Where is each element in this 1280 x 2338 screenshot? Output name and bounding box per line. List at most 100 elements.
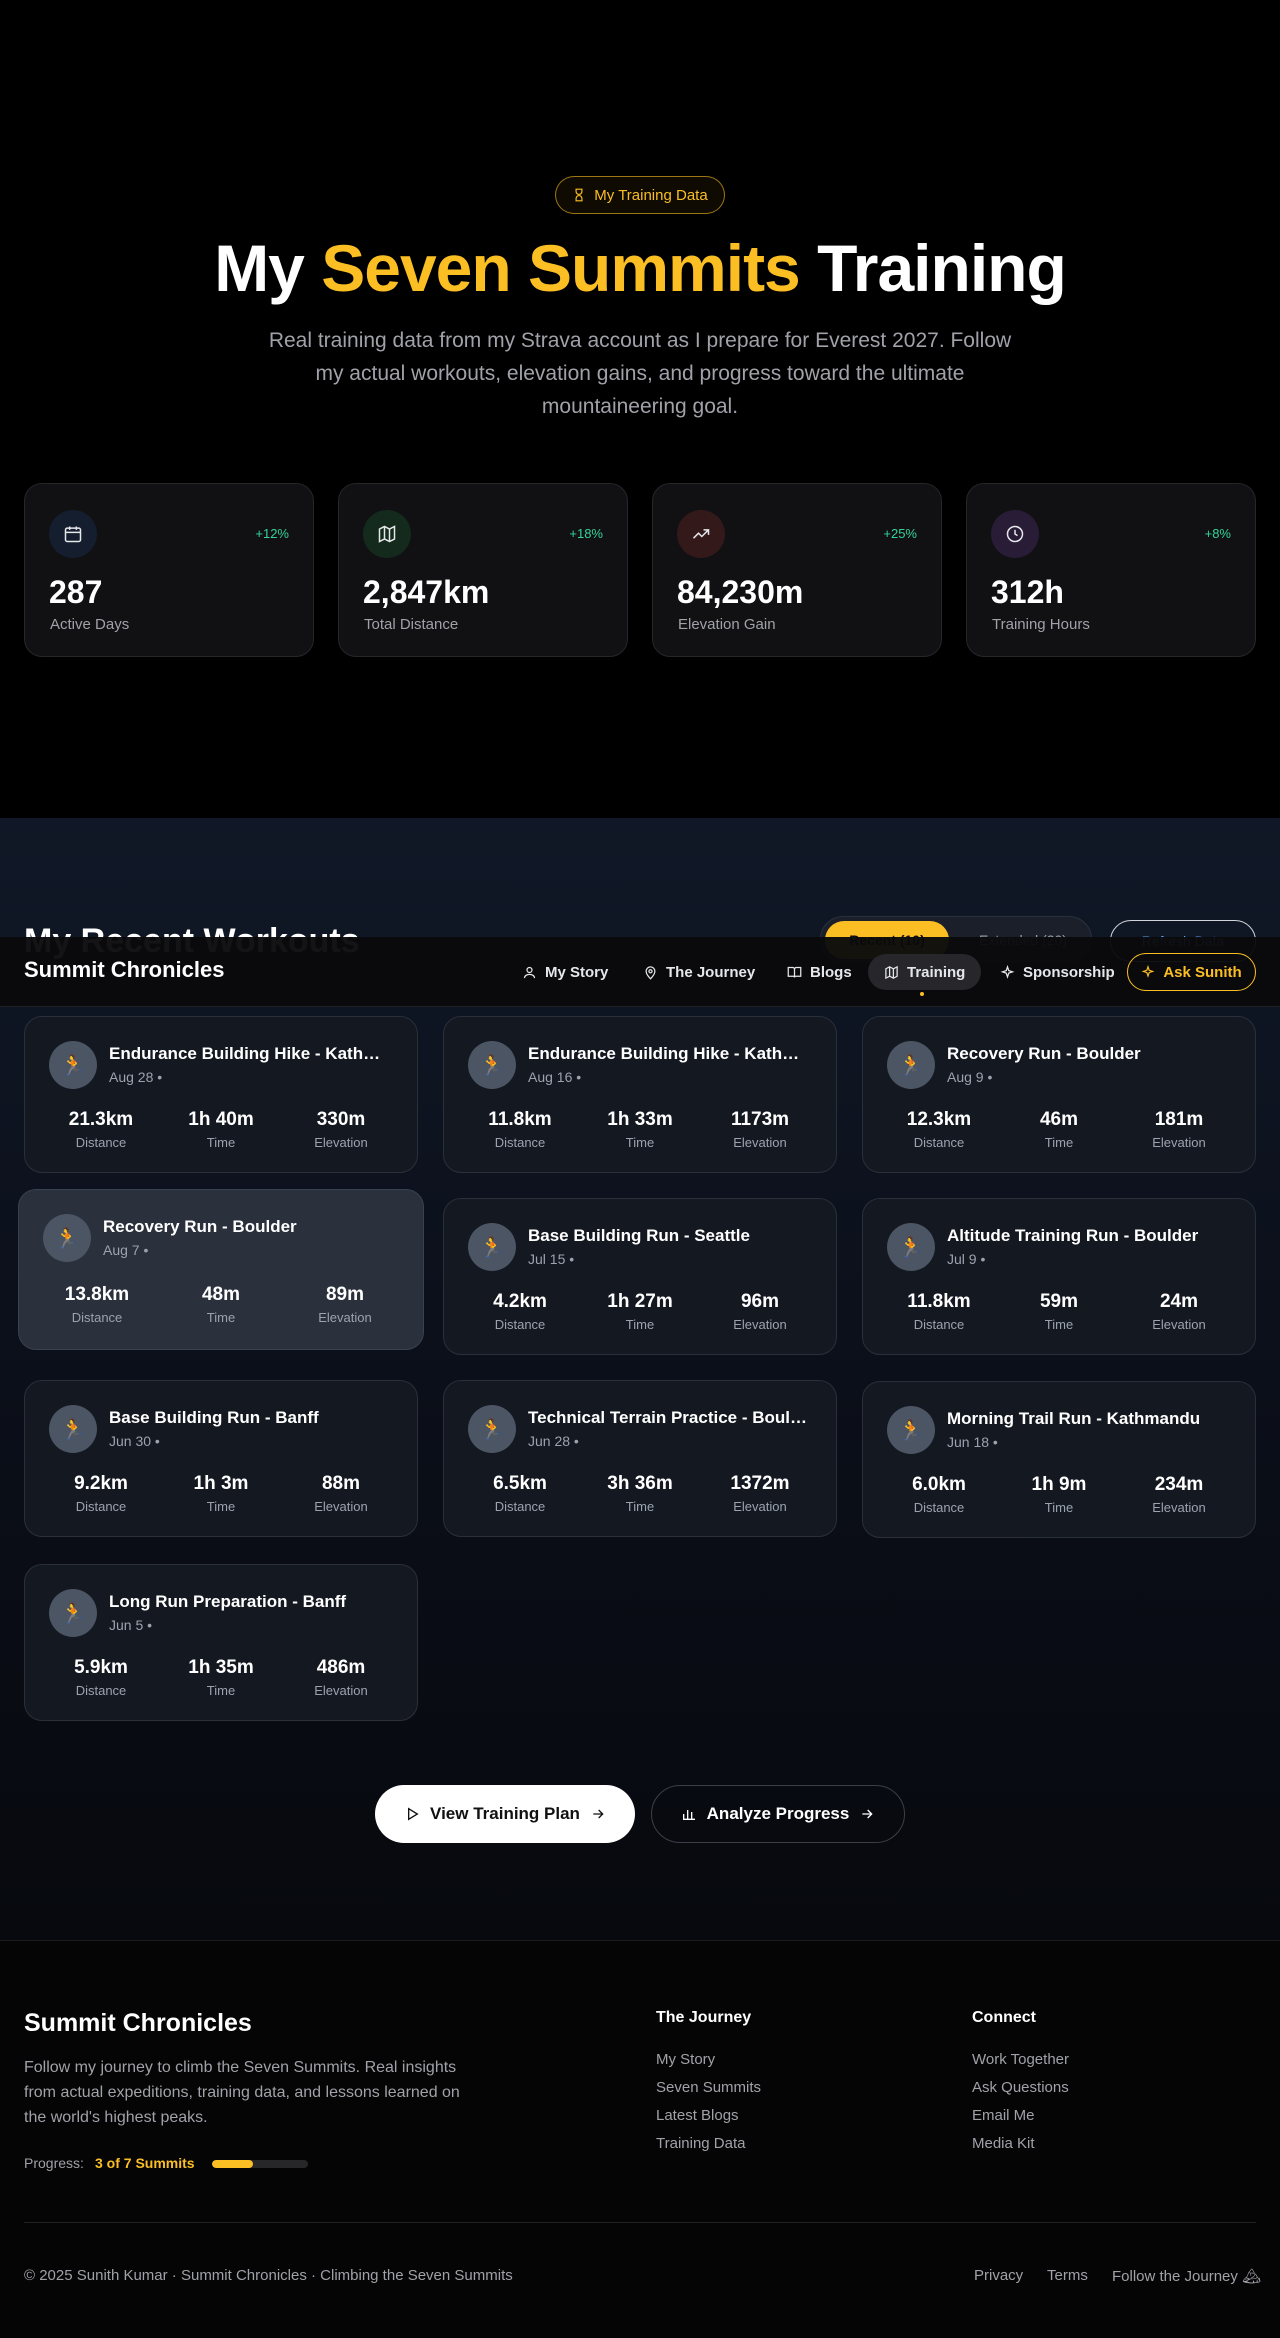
time-value: 1h 3m [193, 1473, 249, 1494]
distance-stat: 6.0km Distance [879, 1474, 999, 1515]
nav-item-sponsorship[interactable]: Sponsorship [984, 954, 1131, 990]
badge-label: My Training Data [594, 186, 708, 204]
workout-card[interactable]: 🏃 Recovery Run - Boulder Aug 9 • 12.3km D… [862, 1016, 1256, 1173]
time-stat: 1h 40m Time [161, 1109, 281, 1150]
elevation-stat: 89m Elevation [283, 1284, 407, 1325]
footer-link-my-story[interactable]: My Story [656, 2051, 715, 2068]
workout-card[interactable]: 🏃 Long Run Preparation - Banff Jun 5 • 5… [24, 1564, 418, 1721]
nav-label: Blogs [810, 963, 852, 981]
workout-card[interactable]: 🏃 Endurance Building Hike - Kathmandu Au… [24, 1016, 418, 1173]
elevation-label: Elevation [733, 1317, 787, 1332]
time-value: 59m [1039, 1291, 1079, 1312]
stats-row: +12% 287 Active Days +18% 2,847km Total … [24, 483, 1256, 657]
time-stat: 48m Time [159, 1284, 283, 1325]
stat-value: 312h [991, 574, 1064, 610]
nav-item-my-story[interactable]: My Story [506, 954, 624, 990]
cta-label: Analyze Progress [706, 1804, 850, 1823]
nav-label: Sponsorship [1023, 963, 1115, 981]
sparkle-icon [1141, 965, 1155, 979]
map-pin-icon [643, 965, 658, 980]
workout-title: Technical Terrain Practice - Boulder [528, 1408, 812, 1427]
elevation-label: Elevation [733, 1135, 787, 1150]
footer-link-ask-questions[interactable]: Ask Questions [972, 2079, 1069, 2096]
workout-stats: 21.3km Distance 1h 40m Time 330m Elevation [41, 1109, 401, 1150]
workout-date: Jun 28 • [528, 1433, 579, 1449]
footer-divider [24, 2222, 1256, 2223]
elevation-label: Elevation [314, 1683, 368, 1698]
analyze-progress-button[interactable]: Analyze Progress [651, 1785, 905, 1843]
ask-label: Ask Sunith [1163, 963, 1242, 981]
arrow-right-icon [590, 1806, 606, 1822]
nav-item-the-journey[interactable]: The Journey [627, 954, 771, 990]
training-data-badge: My Training Data [555, 176, 725, 214]
distance-stat: 13.8km Distance [35, 1284, 159, 1325]
elevation-value: 486m [316, 1657, 366, 1678]
distance-label: Distance [75, 1499, 127, 1514]
workout-card[interactable]: 🏃 Morning Trail Run - Kathmandu Jun 18 •… [862, 1381, 1256, 1538]
footer-link-work-together[interactable]: Work Together [972, 2051, 1069, 2068]
ask-sunith-button[interactable]: Ask Sunith [1127, 953, 1256, 991]
elevation-label: Elevation [1152, 1317, 1206, 1332]
stat-change: +18% [569, 526, 603, 541]
workout-title: Recovery Run - Boulder [947, 1044, 1141, 1063]
elevation-stat: 96m Elevation [700, 1291, 820, 1332]
privacy-link[interactable]: Privacy [974, 2267, 1023, 2284]
workout-date: Jul 9 • [947, 1251, 986, 1267]
summit-progress-bar [212, 2160, 308, 2168]
elevation-stat: 486m Elevation [281, 1657, 401, 1698]
distance-label: Distance [494, 1317, 546, 1332]
brand-logo[interactable]: Summit Chronicles [24, 957, 224, 983]
footer-link-seven-summits[interactable]: Seven Summits [656, 2079, 761, 2096]
workout-card[interactable]: 🏃 Base Building Run - Banff Jun 30 • 9.2… [24, 1380, 418, 1537]
footer-link-media-kit[interactable]: Media Kit [972, 2135, 1035, 2152]
distance-value: 11.8km [907, 1291, 971, 1312]
distance-value: 9.2km [74, 1473, 128, 1494]
workout-card[interactable]: 🏃 Technical Terrain Practice - Boulder J… [443, 1380, 837, 1537]
workout-card[interactable]: 🏃 Endurance Building Hike - Kathmandu Au… [443, 1016, 837, 1173]
distance-label: Distance [75, 1135, 127, 1150]
distance-value: 12.3km [906, 1109, 972, 1130]
stat-label: Active Days [50, 616, 130, 633]
runner-avatar-icon: 🏃 [49, 1589, 97, 1637]
time-label: Time [206, 1135, 236, 1150]
workout-stats: 6.5km Distance 3h 36m Time 1372m Elevation [460, 1473, 820, 1514]
hero-subtitle: Real training data from my Strava accoun… [268, 329, 1012, 418]
user-icon [522, 965, 537, 980]
workout-title: Morning Trail Run - Kathmandu [947, 1409, 1201, 1428]
progress-value: 3 of 7 Summits [95, 2155, 195, 2171]
footer-link-email-me[interactable]: Email Me [972, 2107, 1035, 2124]
elevation-stat: 1372m Elevation [700, 1473, 820, 1514]
distance-label: Distance [913, 1317, 965, 1332]
map-icon [363, 510, 411, 558]
time-label: Time [625, 1135, 655, 1150]
time-stat: 1h 3m Time [161, 1473, 281, 1514]
distance-value: 11.8km [488, 1109, 552, 1130]
footer: Summit Chronicles Follow my journey to c… [0, 1940, 1280, 2338]
distance-stat: 9.2km Distance [41, 1473, 161, 1514]
footer-link-training-data[interactable]: Training Data [656, 2135, 746, 2152]
workout-card[interactable]: 🏃 Base Building Run - Seattle Jul 15 • 4… [443, 1198, 837, 1355]
time-label: Time [1044, 1500, 1074, 1515]
workout-stats: 11.8km Distance 1h 33m Time 1173m Elevation [460, 1109, 820, 1150]
footer-link-latest-blogs[interactable]: Latest Blogs [656, 2107, 739, 2124]
elevation-stat: 24m Elevation [1119, 1291, 1239, 1332]
stat-card-training-hours: +8% 312h Training Hours [966, 483, 1256, 657]
distance-stat: 11.8km Distance [460, 1109, 580, 1150]
nav-label: My Story [545, 963, 609, 981]
workout-title: Endurance Building Hike - Kathmandu [109, 1044, 393, 1063]
workout-date: Aug 16 • [528, 1069, 582, 1085]
nav-item-blogs[interactable]: Blogs [771, 954, 868, 990]
view-training-plan-button[interactable]: View Training Plan [375, 1785, 635, 1843]
time-stat: 1h 9m Time [999, 1474, 1119, 1515]
elevation-value: 89m [325, 1284, 365, 1305]
workout-card[interactable]: 🏃 Altitude Training Run - Boulder Jul 9 … [862, 1198, 1256, 1355]
cta-label: View Training Plan [430, 1804, 580, 1823]
book-icon [787, 965, 802, 980]
distance-value: 4.2km [493, 1291, 547, 1312]
nav-item-training[interactable]: Training [868, 954, 982, 990]
distance-label: Distance [71, 1310, 123, 1325]
terms-link[interactable]: Terms [1047, 2267, 1088, 2284]
workout-card[interactable]: 🏃 Recovery Run - Boulder Aug 7 • 13.8km D… [18, 1189, 424, 1350]
footer-brand[interactable]: Summit Chronicles [24, 2009, 252, 2038]
follow-journey-link[interactable]: Follow the Journey 🏔 [1112, 2267, 1261, 2285]
